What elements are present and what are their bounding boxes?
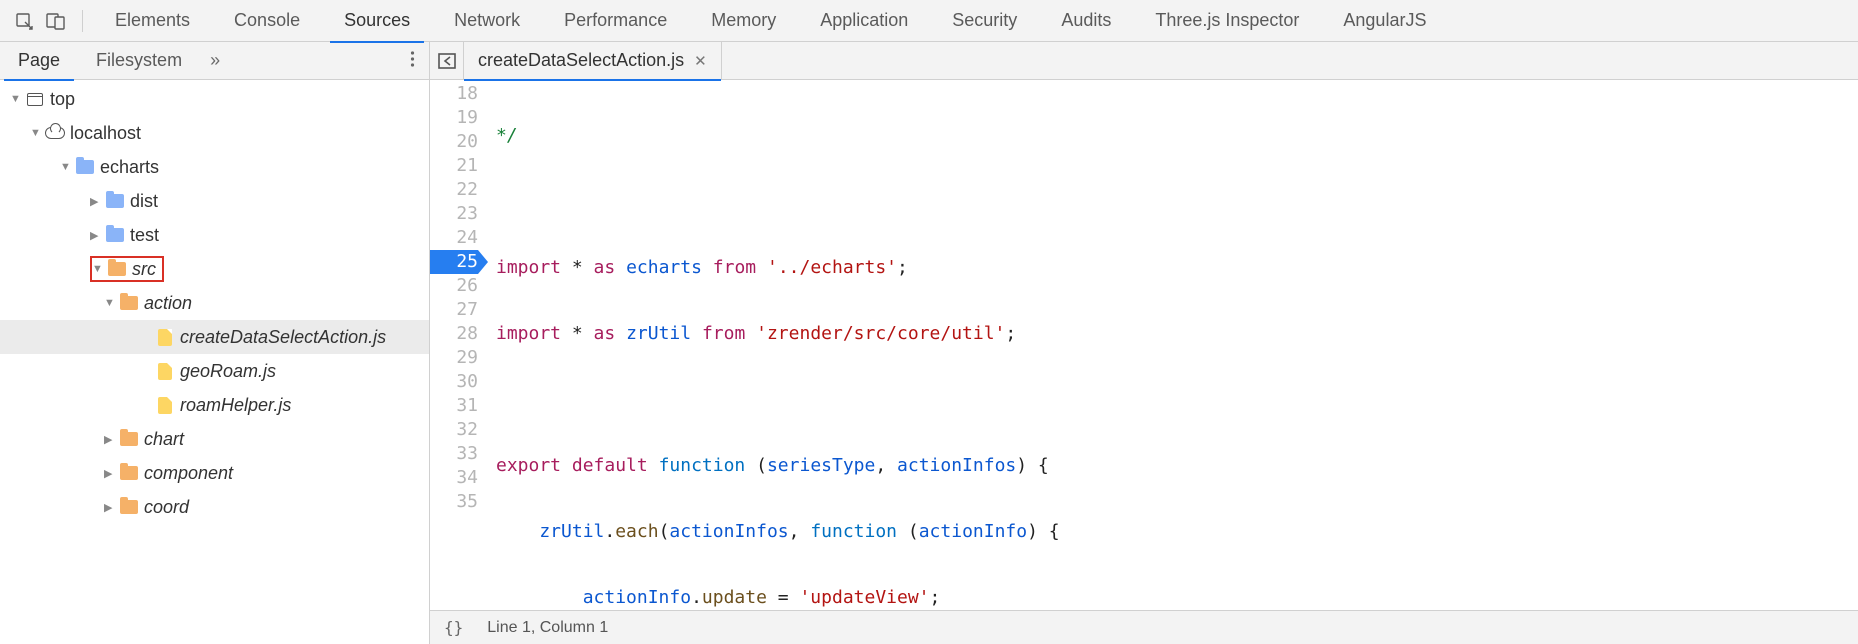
file-icon [154, 363, 176, 380]
tree-localhost[interactable]: ▼localhost [0, 116, 429, 150]
tab-angular[interactable]: AngularJS [1321, 0, 1448, 42]
nav-more-icon[interactable] [410, 50, 429, 71]
editor-pane: createDataSelectAction.js ✕ 18 19 20 21 … [430, 42, 1858, 644]
tab-security[interactable]: Security [930, 0, 1039, 42]
folder-icon [106, 262, 128, 276]
tree-file-roamHelper[interactable]: ▶roamHelper.js [0, 388, 429, 422]
file-tree: ▼top ▼localhost ▼echarts ▶dist ▶test ▼sr… [0, 80, 429, 524]
tree-component[interactable]: ▶component [0, 456, 429, 490]
line-number-gutter[interactable]: 18 19 20 21 22 23 24 25 26 27 28 29 30 3… [430, 80, 486, 610]
editor-nav-back-icon[interactable] [430, 42, 464, 80]
tree-src[interactable]: ▼src [0, 252, 429, 286]
folder-icon [118, 296, 140, 310]
tree-dist[interactable]: ▶dist [0, 184, 429, 218]
nav-tab-page[interactable]: Page [0, 42, 78, 80]
file-icon [154, 397, 176, 414]
frame-icon [24, 93, 46, 106]
device-toggle-icon[interactable] [40, 0, 72, 42]
tab-memory[interactable]: Memory [689, 0, 798, 42]
tab-network[interactable]: Network [432, 0, 542, 42]
folder-icon [74, 160, 96, 174]
tree-echarts[interactable]: ▼echarts [0, 150, 429, 184]
tab-audits[interactable]: Audits [1039, 0, 1133, 42]
editor-status-bar: {} Line 1, Column 1 [430, 610, 1858, 644]
navigator-pane: Page Filesystem » ▼top ▼localhost ▼echar… [0, 42, 430, 644]
tree-file-geoRoam[interactable]: ▶geoRoam.js [0, 354, 429, 388]
tab-console[interactable]: Console [212, 0, 322, 42]
folder-icon [118, 500, 140, 514]
file-tab-label: createDataSelectAction.js [478, 50, 684, 71]
folder-icon [118, 466, 140, 480]
cursor-position: Line 1, Column 1 [487, 619, 608, 637]
toolbar-divider [82, 10, 83, 32]
breakpoint-line-25: 25 [430, 250, 478, 274]
tab-application[interactable]: Application [798, 0, 930, 42]
tree-chart[interactable]: ▶chart [0, 422, 429, 456]
tab-threejs[interactable]: Three.js Inspector [1133, 0, 1321, 42]
nav-tab-filesystem[interactable]: Filesystem [78, 42, 200, 80]
folder-icon [104, 194, 126, 208]
editor-tabbar: createDataSelectAction.js ✕ [430, 42, 1858, 80]
tree-coord[interactable]: ▶coord [0, 490, 429, 524]
inspect-icon[interactable] [8, 0, 40, 42]
nav-tabs-overflow[interactable]: » [200, 50, 230, 71]
file-tab-createDataSelectAction[interactable]: createDataSelectAction.js ✕ [464, 42, 722, 80]
tree-action[interactable]: ▼action [0, 286, 429, 320]
file-icon [154, 329, 176, 346]
navigator-subtabs: Page Filesystem » [0, 42, 429, 80]
code-content[interactable]: */ import * as echarts from '../echarts'… [486, 80, 1858, 610]
tree-top[interactable]: ▼top [0, 82, 429, 116]
pretty-print-icon[interactable]: {} [444, 618, 463, 637]
folder-icon [104, 228, 126, 242]
tab-performance[interactable]: Performance [542, 0, 689, 42]
folder-icon [118, 432, 140, 446]
code-area[interactable]: 18 19 20 21 22 23 24 25 26 27 28 29 30 3… [430, 80, 1858, 610]
tree-file-createDataSelectAction[interactable]: ▶createDataSelectAction.js [0, 320, 429, 354]
tree-test[interactable]: ▶test [0, 218, 429, 252]
main-tabs-bar: Elements Console Sources Network Perform… [0, 0, 1858, 42]
main-panel: Page Filesystem » ▼top ▼localhost ▼echar… [0, 42, 1858, 644]
close-icon[interactable]: ✕ [694, 52, 707, 70]
cloud-icon [44, 127, 66, 139]
tab-sources[interactable]: Sources [322, 0, 432, 42]
tab-elements[interactable]: Elements [93, 0, 212, 42]
